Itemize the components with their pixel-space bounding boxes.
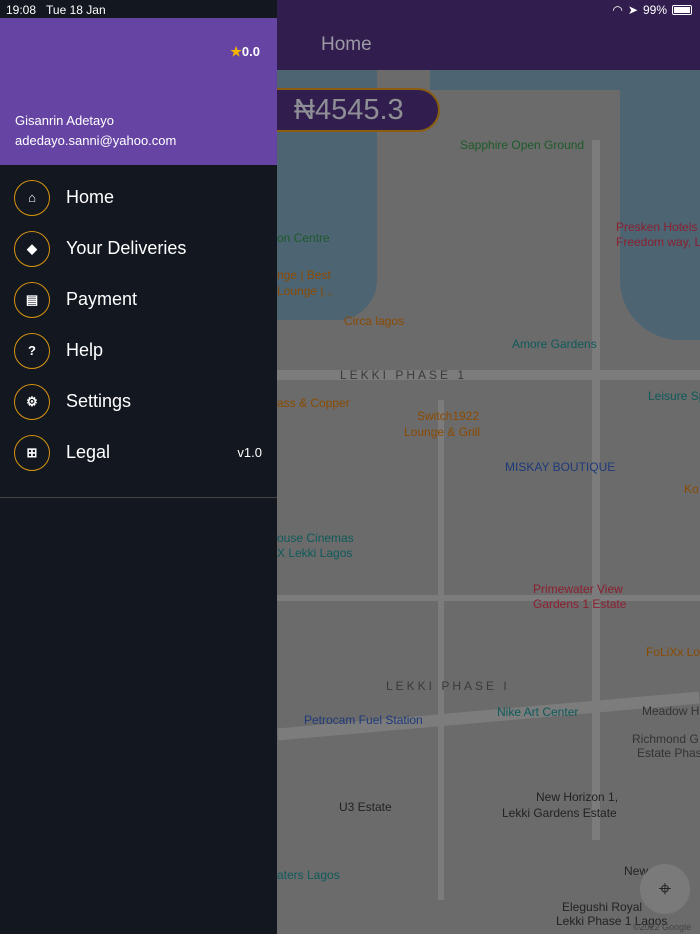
drawer-header: ★0.0 Gisanrin Adetayo adedayo.sanni@yaho… [0,18,277,165]
map-place-label[interactable]: nge | Best [277,268,331,282]
map-place-label[interactable]: Elegushi Royal [562,900,642,914]
map-place-label[interactable]: Presken Hotels [616,220,697,234]
map-place-label[interactable]: Sapphire Open Ground [460,138,584,152]
map-place-label[interactable]: Nike Art Center [497,705,578,719]
menu-item-payment[interactable]: ▤ Payment [0,274,277,325]
star-icon: ★ [230,44,242,59]
help-icon: ? [14,332,50,369]
map-place-label[interactable]: Lounge |... [277,284,334,298]
balance-display: ₦4545.3 [250,88,440,132]
map-place-label[interactable]: Amore Gardens [512,337,597,351]
drawer-menu: ⌂ Home ◆ Your Deliveries ▤ Payment ? Help ⚙ S… [0,172,277,478]
home-icon: ⌂ [14,179,50,216]
map-place-label[interactable]: ass & Copper [277,396,350,410]
map-place-label[interactable]: Gardens 1 Estate [533,597,626,611]
wifi-icon: ◠ [612,3,623,17]
crosshair-icon: ⌖ [658,876,672,901]
menu-item-help[interactable]: ? Help [0,325,277,376]
map-place-label[interactable]: Estate Phas [637,746,700,760]
map-place-label[interactable]: X Lekki Lagos [277,546,352,560]
user-name: Gisanrin Adetayo [15,113,115,128]
map-place-label[interactable]: LEKKI PHASE I [386,679,510,693]
map-place-label[interactable]: U3 Estate [339,800,392,814]
location-arrow-icon: ➤ [627,3,638,17]
credit-card-icon: ▤ [14,281,50,318]
map-place-label[interactable]: Leisure Sp [648,389,700,403]
menu-item-settings[interactable]: ⚙ Settings [0,376,277,427]
map-place-label[interactable]: on Centre [277,231,330,245]
map-place-label[interactable]: Ko [684,482,699,496]
map-place-label[interactable]: Lekki Gardens Estate [502,806,617,820]
navigation-drawer: ★0.0 Gisanrin Adetayo adedayo.sanni@yaho… [0,0,277,934]
gear-icon: ⚙ [14,383,50,420]
legal-icon: ⊞ [14,434,50,471]
menu-item-legal[interactable]: ⊞ Legal v1.0 [0,427,277,478]
drawer-divider [0,497,277,498]
map-place-label[interactable]: Richmond G [632,732,699,746]
map-place-label[interactable]: Freedom way, L [616,235,700,249]
status-date: Tue 18 Jan [46,3,106,17]
map-place-label[interactable]: Lounge & Grill [404,425,480,439]
battery-icon [672,5,692,15]
status-bar: 19:08 Tue 18 Jan ◠ ➤ 99% [0,0,700,18]
map-place-label[interactable]: MISKAY BOUTIQUE [505,460,615,474]
user-rating: ★0.0 [230,44,260,59]
directions-icon: ◆ [14,230,50,267]
map-place-label[interactable]: ouse Cinemas [277,531,354,545]
map-copyright: ©2022 Google [633,922,692,932]
map-place-label[interactable]: Primewater View [533,582,623,596]
menu-item-home[interactable]: ⌂ Home [0,172,277,223]
menu-item-deliveries[interactable]: ◆ Your Deliveries [0,223,277,274]
battery-percent: 99% [642,3,667,17]
user-email: adedayo.sanni@yahoo.com [15,133,177,148]
map-place-label[interactable]: aters Lagos [277,868,340,882]
app-version: v1.0 [237,445,262,460]
app-title: Home [321,34,372,55]
map-place-label[interactable]: FoLiXx Lo [646,645,700,659]
map-place-label[interactable]: Petrocam Fuel Station [304,713,423,727]
status-time: 19:08 [6,3,37,17]
map-place-label[interactable]: Meadow H [642,704,699,718]
my-location-button[interactable]: ⌖ [640,864,690,914]
map-place-label[interactable]: New Horizon 1, [536,790,618,804]
map-place-label[interactable]: LEKKI PHASE 1 [340,368,467,382]
map-place-label[interactable]: Switch1922 [417,409,479,423]
map-place-label[interactable]: Circa lagos [344,314,404,328]
